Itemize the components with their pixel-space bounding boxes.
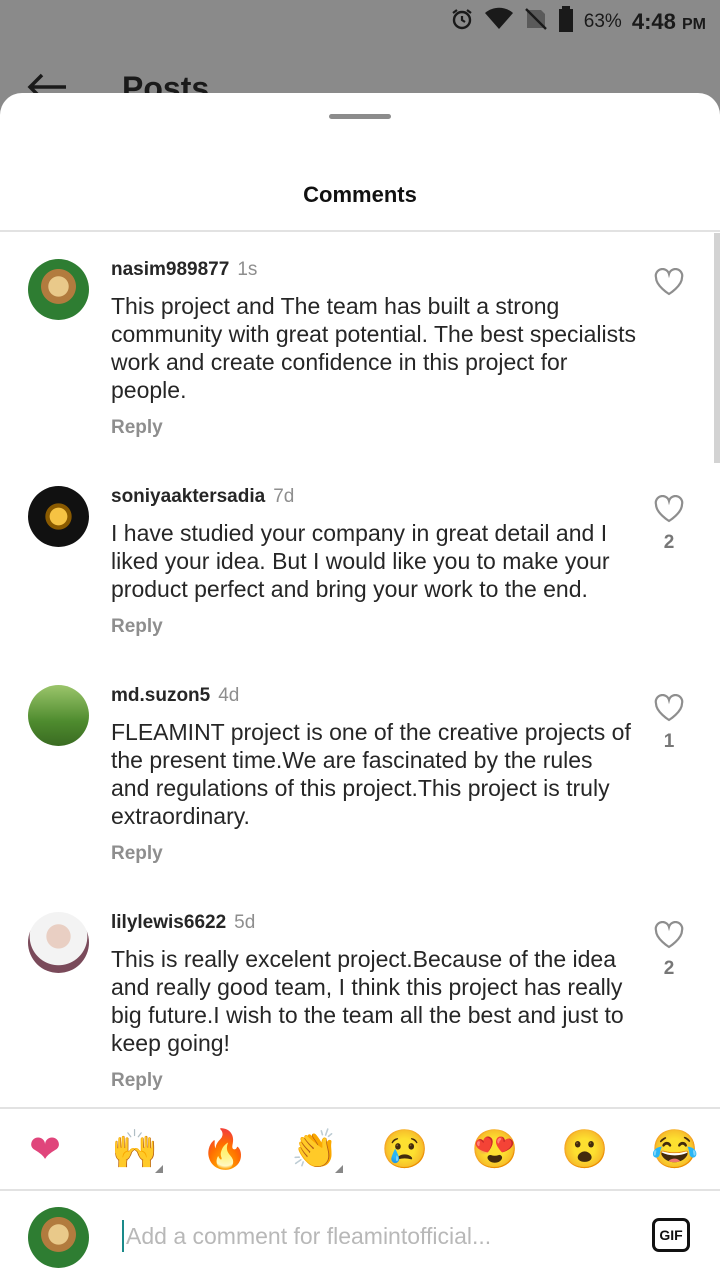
divider — [0, 230, 720, 232]
comment-composer: GIF — [0, 1191, 720, 1280]
comment-username[interactable]: soniyaaktersadia — [111, 486, 265, 507]
comment-text: This is really excelent project.Because … — [111, 946, 624, 1056]
like-button[interactable]: 2 — [652, 494, 686, 554]
scrollbar[interactable] — [714, 233, 720, 463]
reply-button[interactable]: Reply — [111, 616, 163, 638]
avatar[interactable] — [28, 486, 89, 547]
comment-time: 1s — [237, 259, 258, 280]
reply-button[interactable]: Reply — [111, 417, 163, 439]
heart-outline-icon — [654, 494, 684, 527]
like-button[interactable]: 1 — [652, 693, 686, 753]
comment-item: md.suzon5 4d FLEAMINT project is one of t… — [0, 659, 714, 886]
avatar[interactable] — [28, 259, 89, 320]
comment-item: soniyaaktersadia 7d I have studied your c… — [0, 460, 714, 659]
no-signal-icon — [524, 7, 548, 37]
heart-emoji-button[interactable]: ❤ — [22, 1127, 68, 1173]
wifi-icon — [484, 7, 514, 37]
like-button[interactable]: 2 — [652, 920, 686, 980]
avatar[interactable] — [28, 912, 89, 973]
heart-outline-icon — [654, 693, 684, 726]
status-bar: 63% 4:48 PM — [0, 0, 720, 44]
comment-time: 7d — [273, 486, 295, 507]
my-avatar — [28, 1207, 89, 1268]
comment-username[interactable]: md.suzon5 — [111, 685, 210, 706]
alarm-icon — [450, 7, 474, 37]
gif-button[interactable]: GIF — [652, 1218, 690, 1252]
raising-hands-emoji-button[interactable]: 🙌 — [111, 1127, 163, 1173]
sheet-title: Comments — [303, 182, 417, 207]
comment-item: nasim989877 1s This project and The team … — [0, 233, 714, 460]
battery-icon — [558, 6, 574, 38]
reply-button[interactable]: Reply — [111, 843, 163, 865]
quick-reactions-bar: ❤ 🙌 🔥 👏 😢 😍 😮 😂 — [0, 1107, 720, 1191]
like-button[interactable] — [652, 267, 686, 305]
heart-outline-icon — [654, 267, 684, 300]
battery-percent: 63% — [583, 11, 622, 32]
like-count: 2 — [663, 532, 675, 553]
crying-emoji-button[interactable]: 😢 — [381, 1127, 428, 1173]
heart-outline-icon — [654, 920, 684, 953]
fire-emoji-button[interactable]: 🔥 — [201, 1127, 248, 1173]
comments-sheet: Comments nasim989877 1s This project and … — [0, 93, 720, 1280]
surprised-emoji-button[interactable]: 😮 — [561, 1127, 608, 1173]
laughing-emoji-button[interactable]: 😂 — [651, 1127, 698, 1173]
clapping-emoji-button[interactable]: 👏 — [291, 1127, 343, 1173]
comment-username[interactable]: nasim989877 — [111, 259, 229, 280]
like-count: 2 — [663, 958, 675, 979]
comment-text: FLEAMINT project is one of the creative … — [111, 719, 631, 829]
comment-text: This project and The team has built a st… — [111, 293, 636, 403]
heart-eyes-emoji-button[interactable]: 😍 — [471, 1127, 518, 1173]
clock: 4:48 PM — [631, 9, 706, 34]
reply-button[interactable]: Reply — [111, 1070, 163, 1092]
comment-text: I have studied your company in great det… — [111, 520, 610, 602]
comment-input[interactable] — [122, 1220, 622, 1252]
like-count: 1 — [663, 731, 675, 752]
comment-item: lilylewis6622 5d This is really excelent … — [0, 886, 714, 1107]
comment-time: 5d — [234, 912, 256, 933]
comment-time: 4d — [218, 685, 240, 706]
avatar[interactable] — [28, 685, 89, 746]
sheet-drag-handle[interactable] — [329, 114, 391, 119]
comment-username[interactable]: lilylewis6622 — [111, 912, 226, 933]
comment-list[interactable]: nasim989877 1s This project and The team … — [0, 233, 714, 1107]
